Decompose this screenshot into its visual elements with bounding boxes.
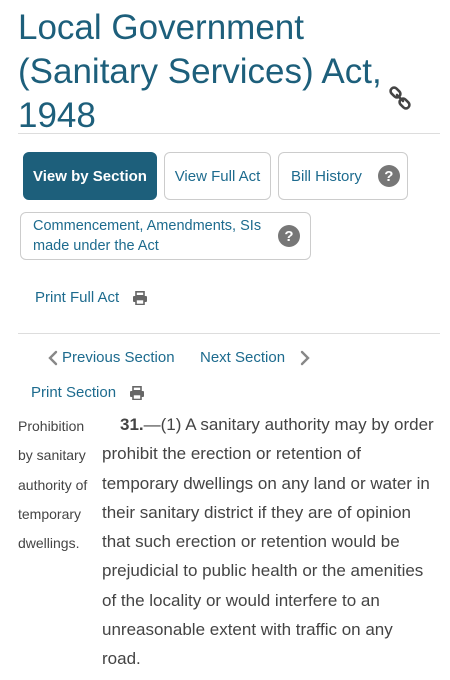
margin-note-line: by sanitary xyxy=(18,447,86,464)
view-by-section-label: View by Section xyxy=(33,167,147,185)
bill-history-button[interactable]: Bill History ? xyxy=(278,152,408,200)
margin-note-line: temporary xyxy=(18,505,82,522)
next-section-link[interactable]: Next Section xyxy=(200,349,311,366)
help-icon[interactable]: ? xyxy=(278,225,300,247)
print-full-act-link[interactable]: Print Full Act xyxy=(35,289,148,306)
section-text-line: of the locality or would interfere to an xyxy=(102,590,380,610)
next-section-label: Next Section xyxy=(200,349,286,366)
section-text-line: their sanitary district if they are of o… xyxy=(102,502,411,522)
commencement-label-line: Commencement, Amendments, SIs xyxy=(33,218,262,234)
commencement-button[interactable]: Commencement, Amendments, SIs made under… xyxy=(20,212,311,260)
previous-section-link[interactable]: Previous Section xyxy=(47,349,175,366)
section-text-line: 31.—(1) A sanitary authority may by orde… xyxy=(102,410,440,439)
print-full-act-label: Print Full Act xyxy=(35,289,120,306)
previous-section-label: Previous Section xyxy=(62,349,175,366)
section-text-line: prejudicial to public health or the amen… xyxy=(102,561,424,581)
nav-divider xyxy=(18,333,440,334)
commencement-label-line: made under the Act xyxy=(33,238,159,254)
section-text-line: unreasonable extent with traffic on any xyxy=(102,620,393,640)
page-title: Local Government (Sanitary Services) Act… xyxy=(18,6,398,138)
section-text-line: road. xyxy=(102,649,141,669)
printer-icon xyxy=(133,290,148,305)
chevron-right-icon xyxy=(300,350,310,365)
title-divider xyxy=(18,133,440,134)
link-icon[interactable] xyxy=(388,86,412,110)
section-text-line: that such erection or retention would be xyxy=(102,532,400,552)
help-icon[interactable]: ? xyxy=(377,165,400,187)
margin-note-line: dwellings. xyxy=(18,535,80,552)
view-full-act-label: View Full Act xyxy=(174,167,261,185)
margin-note-line: Prohibition xyxy=(18,418,85,434)
section-text-first: —(1) A sanitary authority may by order xyxy=(143,415,434,434)
margin-note-line: authority of xyxy=(18,476,88,493)
view-by-section-button[interactable]: View by Section xyxy=(23,152,157,200)
section-body: 31.—(1) A sanitary authority may by orde… xyxy=(102,410,440,674)
printer-icon xyxy=(130,385,145,400)
title-line: (Sanitary Services) Act, xyxy=(18,52,382,91)
title-line: Local Government xyxy=(18,8,304,47)
view-full-act-button[interactable]: View Full Act xyxy=(164,152,271,200)
title-line: 1948 xyxy=(18,96,96,135)
bill-history-label: Bill History xyxy=(291,167,362,185)
section-number: 31. xyxy=(120,415,144,434)
print-section-link[interactable]: Print Section xyxy=(31,384,145,401)
section-text-line: temporary dwellings on any land or water… xyxy=(102,473,430,493)
print-section-label: Print Section xyxy=(31,384,117,401)
section-margin-note: Prohibition by sanitary authority of tem… xyxy=(18,412,102,558)
commencement-label: Commencement, Amendments, SIs made under… xyxy=(33,216,261,256)
section-text-line: prohibit the erection or retention of xyxy=(102,444,361,464)
chevron-left-icon xyxy=(48,350,58,365)
